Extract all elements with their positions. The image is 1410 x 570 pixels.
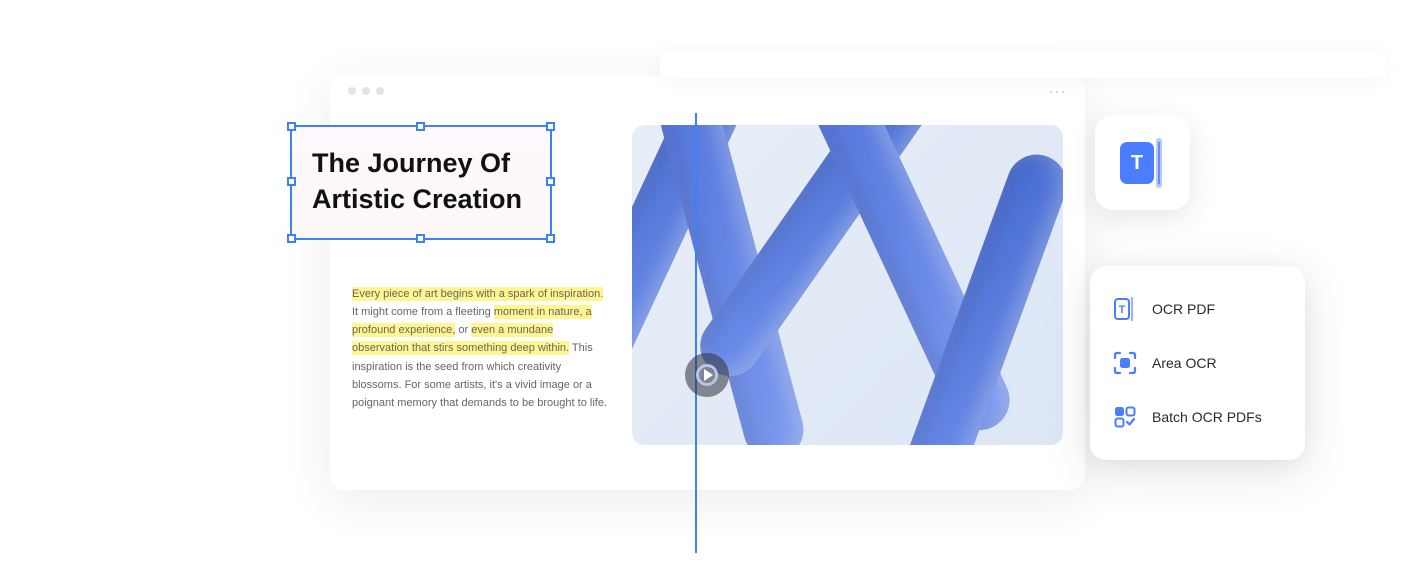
text-ocr-icon: T	[1112, 296, 1138, 322]
more-options-button[interactable]: ···	[1049, 84, 1067, 98]
resize-handle-tr[interactable]	[546, 122, 555, 131]
app-window: ··· Every piece of art begins with a spa…	[330, 75, 1085, 490]
minimize-window-icon[interactable]	[362, 87, 370, 95]
menu-item-ocr-pdf[interactable]: T OCR PDF	[1104, 282, 1291, 336]
menu-item-area-ocr[interactable]: Area OCR	[1104, 336, 1291, 390]
resize-handle-bc[interactable]	[416, 234, 425, 243]
play-icon	[704, 369, 713, 381]
maximize-window-icon[interactable]	[376, 87, 384, 95]
body-span: It might come from a fleeting	[352, 306, 494, 318]
batch-ocr-icon	[1112, 404, 1138, 430]
resize-handle-tc[interactable]	[416, 122, 425, 131]
document-title[interactable]: The Journey OfArtistic Creation	[312, 145, 522, 218]
selected-text-box[interactable]: The Journey OfArtistic Creation	[290, 125, 552, 240]
resize-handle-bl[interactable]	[287, 234, 296, 243]
close-window-icon[interactable]	[348, 87, 356, 95]
svg-text:T: T	[1130, 152, 1142, 174]
menu-item-batch-ocr[interactable]: Batch OCR PDFs	[1104, 390, 1291, 444]
app-logo-card: T	[1095, 115, 1190, 210]
menu-label: Batch OCR PDFs	[1152, 409, 1262, 425]
menu-label: Area OCR	[1152, 355, 1217, 371]
svg-text:T: T	[1119, 304, 1126, 316]
resize-handle-mr[interactable]	[546, 177, 555, 186]
area-ocr-icon	[1112, 350, 1138, 376]
resize-handle-ml[interactable]	[287, 177, 296, 186]
resize-handle-br[interactable]	[546, 234, 555, 243]
play-icon-ring	[696, 364, 718, 386]
text-editor-icon: T	[1116, 136, 1170, 190]
resize-handle-tl[interactable]	[287, 122, 296, 131]
comparison-slider-line[interactable]	[695, 113, 697, 553]
body-text: Every piece of art begins with a spark o…	[352, 285, 612, 412]
menu-label: OCR PDF	[1152, 301, 1215, 317]
titlebar: ···	[330, 75, 1085, 107]
highlighted-text[interactable]: Every piece of art begins with a spark o…	[352, 287, 603, 301]
play-button[interactable]	[685, 353, 729, 397]
ocr-menu: T OCR PDF Area OCR Batch OCR PDFs	[1090, 266, 1305, 460]
window-controls	[348, 87, 384, 95]
body-span: or	[455, 324, 471, 336]
